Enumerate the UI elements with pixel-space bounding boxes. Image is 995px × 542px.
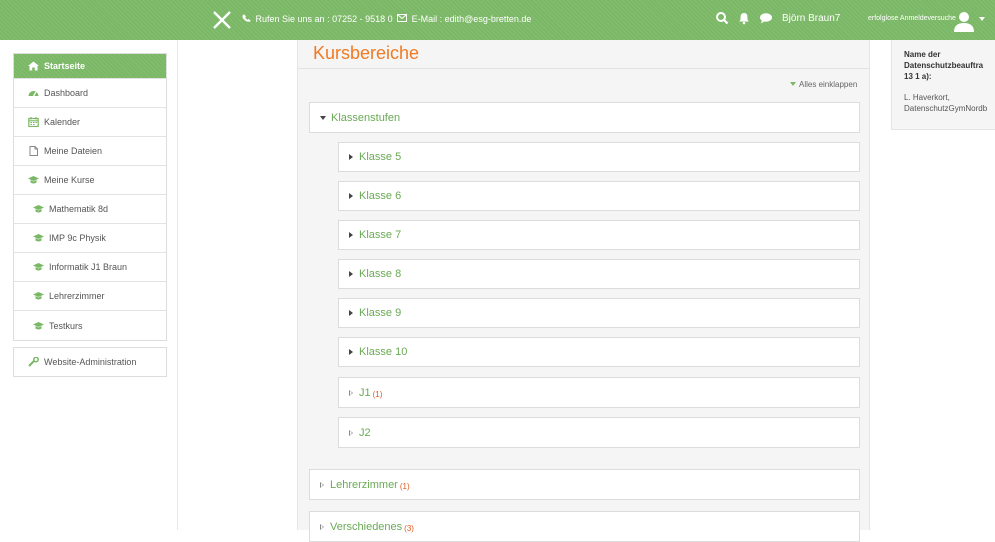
sidebar-item-meine-kurse[interactable]: Meine Kurse — [14, 166, 166, 195]
sidebar-item-label: Mathematik 8d — [49, 204, 109, 214]
envelope-icon — [397, 14, 408, 22]
title-divider — [298, 68, 869, 69]
sidebar-item-mathematik-8d[interactable]: Mathematik 8d — [14, 195, 166, 224]
contact-info: Rufen Sie uns an : 07252 - 9518 0 E-Mail… — [242, 14, 531, 24]
sidebar-item-lehrerzimmer[interactable]: Lehrerzimmer — [14, 282, 166, 311]
graduation-cap-icon — [33, 234, 44, 242]
graduation-cap-icon — [28, 176, 39, 184]
category-label: J2 — [359, 426, 371, 439]
triangle-right-icon — [349, 154, 353, 160]
privacy-officer-block: Name der Datenschutzbeauftra 13 1 a): L.… — [891, 40, 995, 130]
wrench-icon — [28, 357, 39, 367]
graduation-cap-icon — [33, 321, 44, 329]
category-klasse-10[interactable]: Klasse 10 — [338, 337, 860, 367]
home-icon — [28, 61, 39, 71]
category-label: Klasse 9 — [359, 307, 402, 319]
category-klasse-6[interactable]: Klasse 6 — [338, 181, 860, 211]
category-j2[interactable]: J2 — [338, 417, 860, 448]
sidebar-item-label: Informatik J1 Braun — [49, 262, 128, 272]
category-label: Klasse 7 — [359, 229, 402, 241]
graduation-cap-icon — [33, 292, 44, 300]
sidebar-navigation: Startseite Dashboard Kalender Meine Date… — [13, 53, 167, 383]
caret-down-icon[interactable] — [979, 17, 985, 21]
block-heading: Name der Datenschutzbeauftra 13 1 a): — [904, 50, 984, 81]
calendar-icon — [28, 117, 39, 127]
sidebar-item-label: IMP 9c Physik — [49, 233, 106, 243]
triangle-right-icon — [349, 232, 353, 238]
collapse-all-link[interactable]: Alles einklappen — [790, 80, 857, 89]
category-label: Klasse 8 — [359, 268, 402, 280]
nav-block-main: Startseite Dashboard Kalender Meine Date… — [13, 53, 167, 341]
triangle-right-outline-icon — [349, 429, 353, 436]
main-content: Kursbereiche Alles einklappen Klassenstu… — [297, 40, 870, 542]
phone-icon — [242, 14, 251, 22]
triangle-right-icon — [349, 193, 353, 199]
sidebar-item-label: Meine Dateien — [44, 146, 103, 156]
category-klasse-5[interactable]: Klasse 5 — [338, 142, 860, 172]
triangle-down-icon — [790, 82, 796, 86]
graduation-cap-icon — [33, 263, 44, 271]
category-label: J1 — [359, 386, 371, 399]
chat-icon[interactable] — [759, 11, 773, 25]
sidebar-item-label: Lehrerzimmer — [49, 291, 105, 301]
triangle-right-icon — [349, 271, 353, 277]
category-klassenstufen[interactable]: Klassenstufen — [309, 102, 860, 133]
sidebar-item-imp-9c-physik[interactable]: IMP 9c Physik — [14, 224, 166, 253]
category-label: Klassenstufen — [331, 111, 401, 124]
sidebar-item-label: Website-Administration — [44, 357, 137, 367]
close-icon[interactable] — [211, 9, 233, 31]
triangle-right-outline-icon — [349, 389, 353, 396]
sidebar-item-testkurs[interactable]: Testkurs — [14, 311, 166, 340]
sidebar-item-dashboard[interactable]: Dashboard — [14, 79, 166, 108]
triangle-right-outline-icon — [320, 481, 324, 488]
graduation-cap-icon — [33, 205, 44, 213]
user-name[interactable]: Björn Braun7 — [782, 13, 840, 24]
category-j1[interactable]: J1 (1) — [338, 377, 860, 408]
category-lehrerzimmer[interactable]: Lehrerzimmer (1) — [309, 469, 860, 500]
dashboard-icon — [28, 91, 39, 97]
sidebar-item-kalender[interactable]: Kalender — [14, 108, 166, 137]
nav-block-admin: Website-Administration — [13, 347, 167, 377]
course-count: (3) — [404, 524, 414, 533]
category-klasse-8[interactable]: Klasse 8 — [338, 259, 860, 289]
sidebar-item-startseite[interactable]: Startseite — [14, 54, 166, 79]
sidebar-item-label: Kalender — [44, 117, 81, 127]
triangle-right-outline-icon — [320, 523, 324, 530]
category-label: Klasse 10 — [359, 346, 408, 358]
sidebar-item-label: Dashboard — [44, 88, 89, 98]
sidebar-item-label: Meine Kurse — [44, 175, 95, 185]
top-navbar: Rufen Sie uns an : 07252 - 9518 0 E-Mail… — [0, 0, 995, 40]
user-avatar-icon[interactable] — [953, 10, 975, 32]
category-label: Verschiedenes — [330, 520, 403, 533]
category-klasse-9[interactable]: Klasse 9 — [338, 298, 860, 328]
sidebar-item-website-administration[interactable]: Website-Administration — [14, 348, 166, 376]
column-divider — [177, 40, 178, 530]
sidebar-item-label: Testkurs — [49, 320, 83, 331]
course-count: (1) — [372, 390, 383, 399]
search-icon[interactable] — [715, 11, 729, 25]
page-title: Kursbereiche — [313, 43, 420, 63]
sidebar-item-meine-dateien[interactable]: Meine Dateien — [14, 137, 166, 166]
triangle-down-icon — [320, 115, 326, 120]
sidebar-item-label: Startseite — [44, 61, 86, 71]
contact-email[interactable]: E-Mail : edith@esg-bretten.de — [412, 14, 532, 24]
category-label: Lehrerzimmer — [330, 478, 398, 491]
course-count: (1) — [399, 482, 410, 491]
contact-phone: Rufen Sie uns an : 07252 - 9518 0 — [255, 14, 393, 24]
category-label: Klasse 6 — [359, 190, 402, 202]
failed-logins-notice: erfolglose Anmeldeversuche — [868, 15, 956, 22]
collapse-all-label: Alles einklappen — [799, 80, 858, 89]
category-label: Klasse 5 — [359, 151, 402, 163]
file-icon — [29, 146, 38, 156]
triangle-right-icon — [349, 310, 353, 316]
category-klasse-7[interactable]: Klasse 7 — [338, 220, 860, 250]
bell-icon[interactable] — [737, 11, 751, 25]
triangle-right-icon — [349, 349, 353, 355]
sidebar-item-informatik-j1-braun[interactable]: Informatik J1 Braun — [14, 253, 166, 282]
block-body: L. Haverkort, DatenschutzGymNordb — [904, 93, 988, 113]
category-verschiedenes[interactable]: Verschiedenes (3) — [309, 511, 860, 542]
